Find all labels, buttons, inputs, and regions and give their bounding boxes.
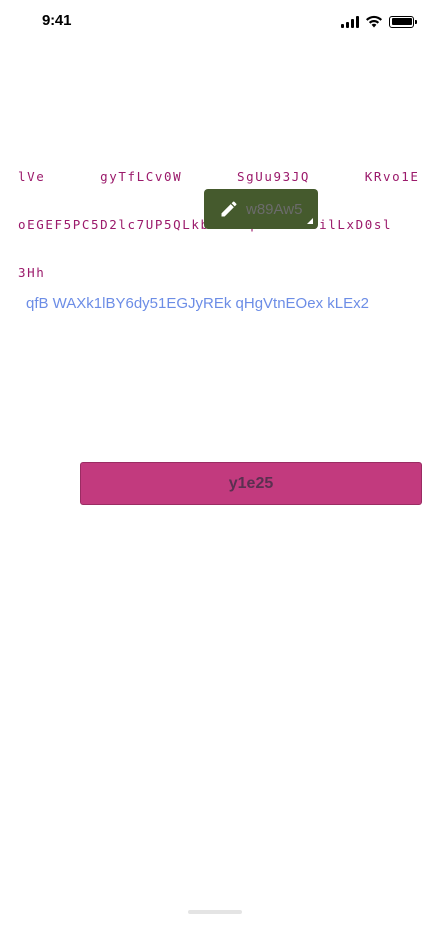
status-bar: 9:41	[0, 0, 430, 44]
home-indicator[interactable]	[188, 910, 242, 914]
text-line: 3Hh	[18, 265, 46, 280]
edit-button[interactable]: w89Aw5	[204, 189, 318, 229]
primary-button[interactable]: y1e25	[80, 462, 422, 505]
status-time: 9:41	[42, 12, 72, 29]
text-line: lVe gyTfLCv0W SgUu93JQ KRvo1E	[18, 169, 420, 184]
pencil-icon	[221, 201, 237, 217]
edit-button-label: w89Aw5	[246, 201, 303, 218]
status-icons	[341, 15, 417, 28]
corner-indicator-icon	[307, 218, 313, 224]
wifi-icon	[366, 15, 382, 28]
battery-icon	[389, 15, 417, 28]
cellular-signal-icon	[341, 15, 359, 28]
text-link[interactable]: qfB WAXk1lBY6dy51EGJyREk qHgVtnEOex kLEx…	[26, 295, 369, 312]
